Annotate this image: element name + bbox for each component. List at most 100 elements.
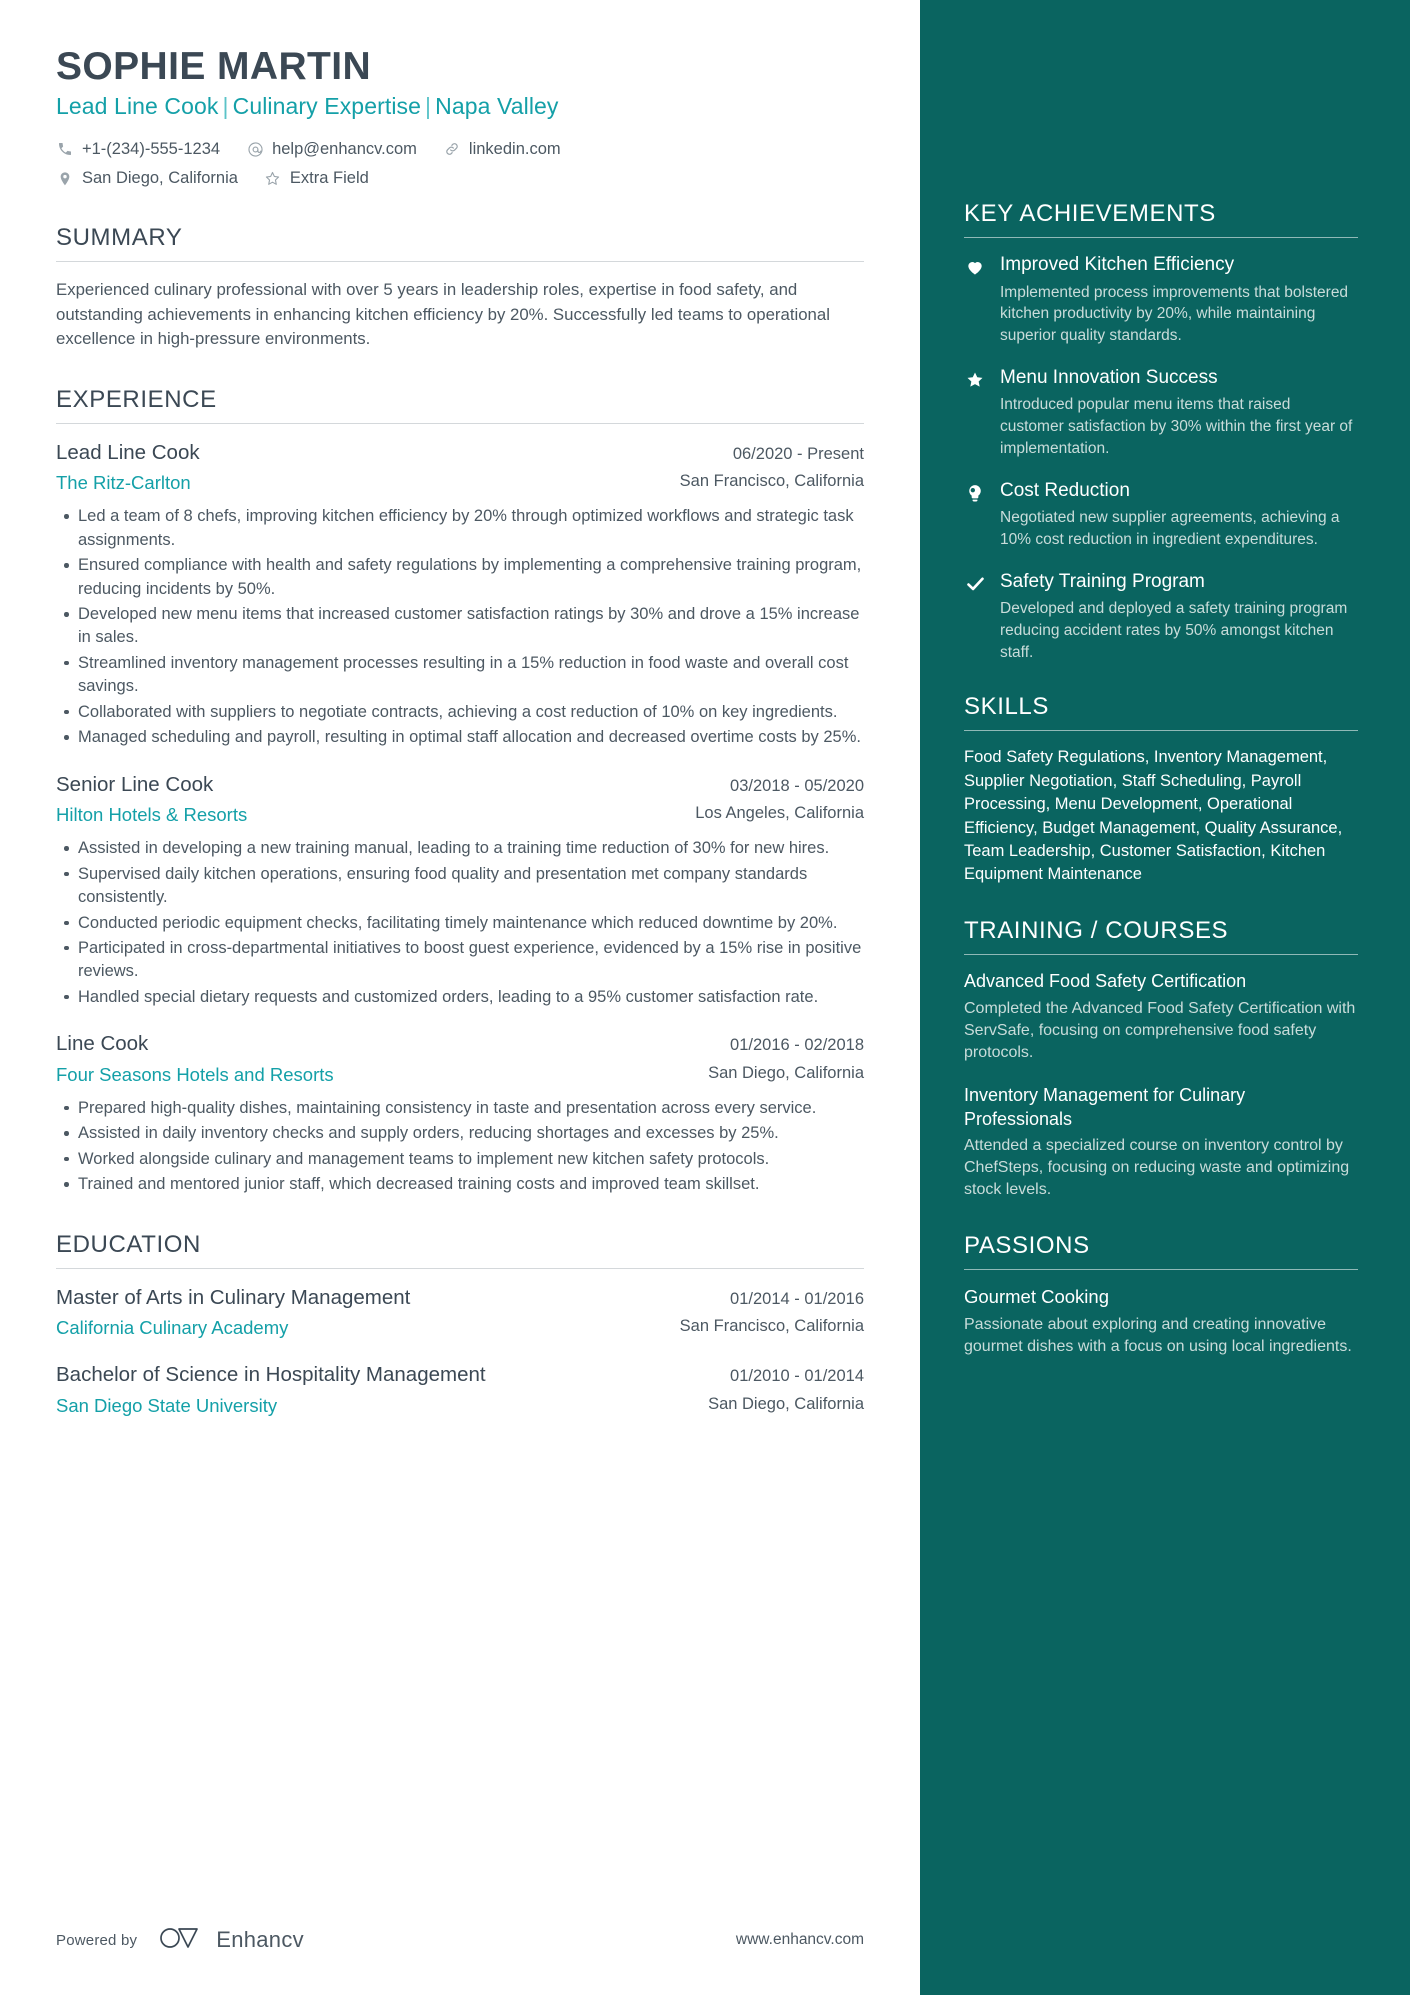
school-location: San Francisco, California xyxy=(679,1317,864,1336)
section-training-courses: TRAINING / COURSES Advanced Food Safety … xyxy=(964,917,1358,1202)
job-dates: 06/2020 - Present xyxy=(732,444,864,463)
experience-entry: Line Cook 01/2016 - 02/2018 Four Seasons… xyxy=(56,1031,864,1196)
course-item: Inventory Management for Culinary Profes… xyxy=(964,1084,1358,1202)
job-bullet: Prepared high-quality dishes, maintainin… xyxy=(56,1097,864,1120)
education-entry-header: Master of Arts in Culinary Management 01… xyxy=(56,1285,864,1312)
headline-separator-2: | xyxy=(425,93,432,120)
training-divider xyxy=(964,953,1358,955)
school-name: California Culinary Academy xyxy=(56,1317,289,1339)
contact-row-2: San Diego, California Extra Field xyxy=(56,167,864,190)
contact-phone-text: +1-(234)-555-1234 xyxy=(82,139,221,158)
job-bullet: Led a team of 8 chefs, improving kitchen… xyxy=(56,505,864,552)
section-summary: SUMMARY Experienced culinary professiona… xyxy=(56,224,864,352)
summary-heading: SUMMARY xyxy=(56,224,183,252)
education-heading: EDUCATION xyxy=(56,1230,201,1258)
education-entry-subheader: California Culinary Academy San Francisc… xyxy=(56,1316,864,1340)
contact-email[interactable]: help@enhancv.com xyxy=(246,138,417,161)
page-title: SOPHIE MARTIN xyxy=(56,45,372,88)
website-url[interactable]: www.enhancv.com xyxy=(736,1931,864,1949)
education-divider xyxy=(56,1267,864,1269)
enhancv-wordmark: Enhancv xyxy=(216,1927,304,1952)
contact-phone[interactable]: +1-(234)-555-1234 xyxy=(56,138,220,161)
contact-linkedin[interactable]: linkedin.com xyxy=(443,138,561,161)
training-heading: TRAINING / COURSES xyxy=(964,916,1229,944)
footer: Powered by Enhancv www.enhancv.com xyxy=(0,1885,920,1995)
key-achievements-divider xyxy=(964,237,1358,238)
job-bullet: Streamlined inventory management process… xyxy=(56,652,864,699)
achievement-title: Cost Reduction xyxy=(1000,479,1130,501)
course-title: Advanced Food Safety Certification xyxy=(964,970,1247,991)
job-location: San Diego, California xyxy=(708,1063,864,1082)
job-bullets: Led a team of 8 chefs, improving kitchen… xyxy=(56,505,864,749)
contact-linkedin-text: linkedin.com xyxy=(468,139,561,158)
job-location: San Francisco, California xyxy=(679,472,864,491)
job-company: The Ritz-Carlton xyxy=(56,472,191,494)
contact-location-text: San Diego, California xyxy=(82,169,238,187)
job-dates: 03/2018 - 05/2020 xyxy=(730,776,864,795)
course-description: Attended a specialized course on invento… xyxy=(964,1137,1350,1199)
resume-page: SOPHIE MARTIN Lead Line Cook | Culinary Ex… xyxy=(0,0,1410,1995)
contact-extra-field[interactable]: Extra Field xyxy=(264,167,369,190)
achievement-body: Cost Reduction Negotiated new supplier a… xyxy=(1000,479,1358,551)
education-entry: Master of Arts in Culinary Management 01… xyxy=(56,1285,864,1341)
job-company: Four Seasons Hotels and Resorts xyxy=(56,1063,334,1085)
job-bullet: Supervised daily kitchen operations, ens… xyxy=(56,863,864,910)
experience-entry-header: Line Cook 01/2016 - 02/2018 xyxy=(56,1031,864,1058)
star-icon xyxy=(964,369,986,391)
achievement-item: Improved Kitchen Efficiency Implemented … xyxy=(964,253,1358,347)
job-bullet: Conducted periodic equipment checks, fac… xyxy=(56,912,864,935)
achievement-title: Improved Kitchen Efficiency xyxy=(1000,254,1235,275)
experience-entry: Lead Line Cook 06/2020 - Present The Rit… xyxy=(56,440,864,750)
job-title: Line Cook xyxy=(56,1032,149,1056)
experience-entry-header: Lead Line Cook 06/2020 - Present xyxy=(56,440,864,467)
course-description: Completed the Advanced Food Safety Certi… xyxy=(964,999,1356,1061)
achievement-description: Implemented process improvements that bo… xyxy=(1000,283,1349,345)
sidebar: KEY ACHIEVEMENTS Improved Kitchen Effici… xyxy=(920,0,1410,1995)
education-entry-header: Bachelor of Science in Hospitality Manag… xyxy=(56,1362,864,1389)
degree-dates: 01/2010 - 01/2014 xyxy=(730,1367,864,1386)
achievement-description: Introduced popular menu items that raise… xyxy=(1000,396,1353,457)
summary-divider xyxy=(56,261,864,263)
check-icon xyxy=(964,573,986,595)
course-item: Advanced Food Safety Certification Compl… xyxy=(964,970,1358,1064)
experience-entry: Senior Line Cook 03/2018 - 05/2020 Hilto… xyxy=(56,772,864,1010)
enhancv-mark-icon xyxy=(159,1925,205,1956)
contact-email-text: help@enhancv.com xyxy=(272,139,417,158)
job-bullet: Handled special dietary requests and cus… xyxy=(56,986,864,1009)
location-pin-icon xyxy=(56,170,74,188)
summary-text: Experienced culinary professional with o… xyxy=(56,280,830,349)
job-bullets: Assisted in developing a new training ma… xyxy=(56,837,864,1009)
headline-part-3: Napa Valley xyxy=(435,93,559,120)
job-location: Los Angeles, California xyxy=(695,804,864,823)
achievement-item: Menu Innovation Success Introduced popul… xyxy=(964,366,1358,460)
experience-entry-header: Senior Line Cook 03/2018 - 05/2020 xyxy=(56,772,864,799)
degree-title: Master of Arts in Culinary Management xyxy=(56,1285,411,1309)
achievement-body: Menu Innovation Success Introduced popul… xyxy=(1000,366,1358,460)
section-education: EDUCATION Master of Arts in Culinary Man… xyxy=(56,1231,864,1418)
school-name: San Diego State University xyxy=(56,1394,278,1416)
contact-details: +1-(234)-555-1234 help@enhancv.com linke… xyxy=(56,138,864,190)
experience-divider xyxy=(56,422,864,424)
degree-title: Bachelor of Science in Hospitality Manag… xyxy=(56,1363,486,1387)
achievement-title: Menu Innovation Success xyxy=(1000,366,1218,388)
section-experience: EXPERIENCE Lead Line Cook 06/2020 - Pres… xyxy=(56,386,864,1197)
achievement-body: Safety Training Program Developed and de… xyxy=(1000,570,1358,664)
achievement-item: Cost Reduction Negotiated new supplier a… xyxy=(964,479,1358,551)
job-bullet: Collaborated with suppliers to negotiate… xyxy=(56,701,864,724)
degree-dates: 01/2014 - 01/2016 xyxy=(730,1289,864,1308)
achievement-item: Safety Training Program Developed and de… xyxy=(964,570,1358,664)
section-skills: SKILLS Food Safety Regulations, Inventor… xyxy=(964,693,1358,887)
job-title: Senior Line Cook xyxy=(56,772,214,796)
school-location: San Diego, California xyxy=(708,1394,864,1413)
headline-part-1: Lead Line Cook xyxy=(56,93,219,120)
passion-title: Gourmet Cooking xyxy=(964,1285,1109,1307)
achievement-body: Improved Kitchen Efficiency Implemented … xyxy=(1000,253,1358,347)
contact-location[interactable]: San Diego, California xyxy=(56,167,238,190)
section-key-achievements: KEY ACHIEVEMENTS Improved Kitchen Effici… xyxy=(964,200,1358,663)
section-passions: PASSIONS Gourmet Cooking Passionate abou… xyxy=(964,1232,1358,1359)
course-title: Inventory Management for Culinary Profes… xyxy=(964,1084,1246,1129)
contact-row-1: +1-(234)-555-1234 help@enhancv.com linke… xyxy=(56,138,864,161)
job-bullet: Trained and mentored junior staff, which… xyxy=(56,1173,864,1196)
email-icon xyxy=(246,140,264,158)
phone-icon xyxy=(56,140,74,158)
